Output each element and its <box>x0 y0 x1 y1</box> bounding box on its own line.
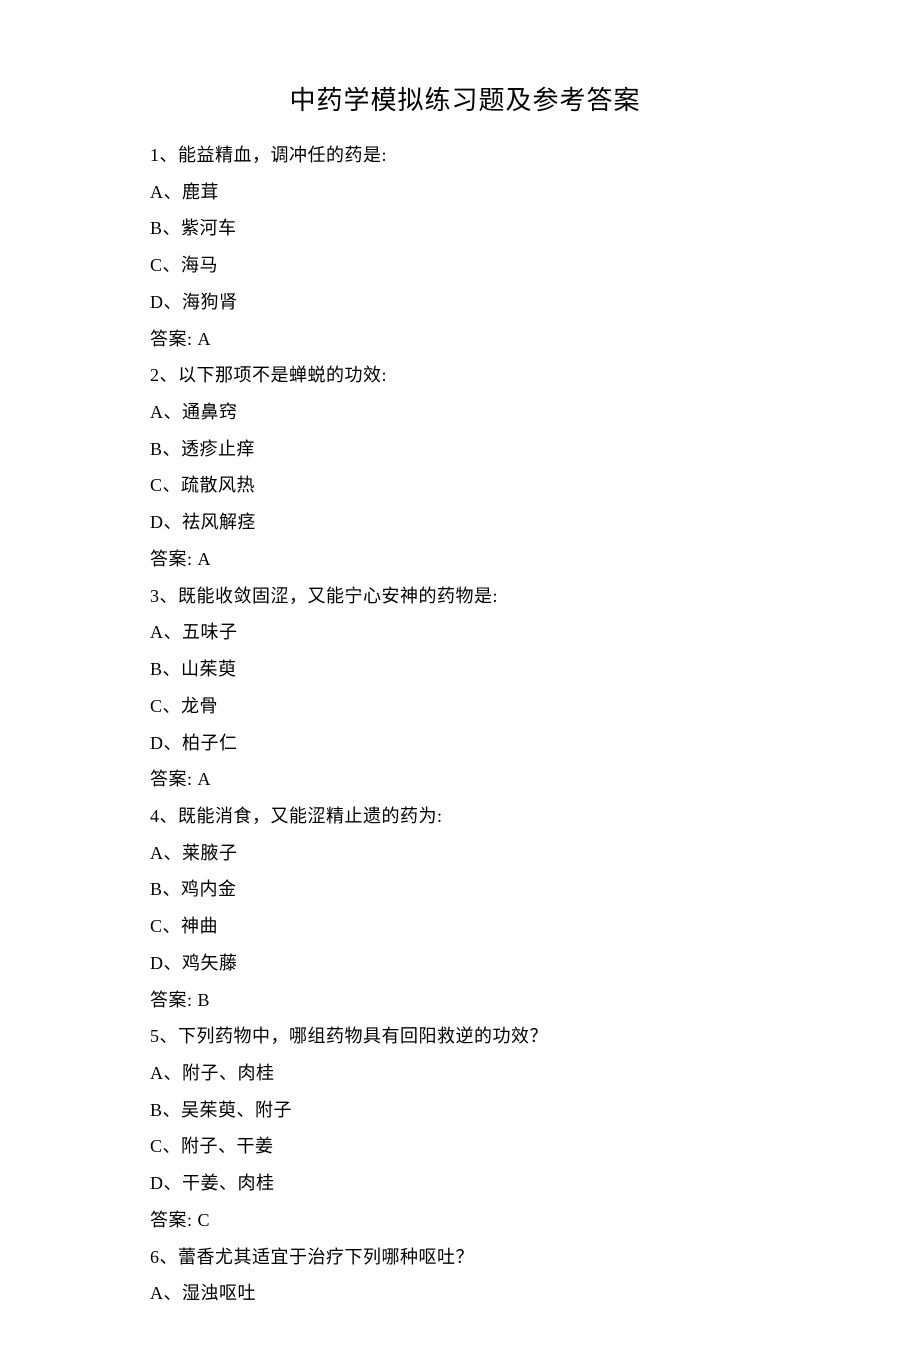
option-line: D、祛风解痉 <box>150 504 780 541</box>
option-line: A、湿浊呕吐 <box>150 1275 780 1312</box>
option-line: A、鹿茸 <box>150 174 780 211</box>
question-block: 3、既能收敛固涩，又能宁心安神的药物是:A、五味子B、山茱萸C、龙骨D、柏子仁答… <box>150 578 780 798</box>
answer-line: 答案: C <box>150 1202 780 1239</box>
question-block: 5、下列药物中，哪组药物具有回阳救逆的功效？A、附子、肉桂B、吴茱萸、附子C、附… <box>150 1018 780 1238</box>
questions-container: 1、能益精血，调冲任的药是:A、鹿茸B、紫河车C、海马D、海狗肾答案: A2、以… <box>150 137 780 1312</box>
answer-line: 答案: B <box>150 982 780 1019</box>
option-line: B、鸡内金 <box>150 871 780 908</box>
option-line: A、附子、肉桂 <box>150 1055 780 1092</box>
option-line: A、莱腋子 <box>150 835 780 872</box>
question-text: 3、既能收敛固涩，又能宁心安神的药物是: <box>150 578 780 615</box>
option-line: C、疏散风热 <box>150 467 780 504</box>
option-line: D、海狗肾 <box>150 284 780 321</box>
answer-line: 答案: A <box>150 321 780 358</box>
question-block: 1、能益精血，调冲任的药是:A、鹿茸B、紫河车C、海马D、海狗肾答案: A <box>150 137 780 357</box>
page-title: 中药学模拟练习题及参考答案 <box>150 80 780 117</box>
option-line: D、干姜、肉桂 <box>150 1165 780 1202</box>
question-text: 5、下列药物中，哪组药物具有回阳救逆的功效？ <box>150 1018 780 1055</box>
option-line: A、五味子 <box>150 614 780 651</box>
question-block: 2、以下那项不是蝉蜕的功效:A、通鼻窍B、透疹止痒C、疏散风热D、祛风解痉答案:… <box>150 357 780 577</box>
option-line: C、神曲 <box>150 908 780 945</box>
option-line: B、吴茱萸、附子 <box>150 1092 780 1129</box>
answer-line: 答案: A <box>150 541 780 578</box>
option-line: B、山茱萸 <box>150 651 780 688</box>
option-line: B、紫河车 <box>150 210 780 247</box>
option-line: D、鸡矢藤 <box>150 945 780 982</box>
option-line: C、龙骨 <box>150 688 780 725</box>
question-text: 1、能益精血，调冲任的药是: <box>150 137 780 174</box>
option-line: A、通鼻窍 <box>150 394 780 431</box>
question-text: 6、蕾香尤其适宜于治疗下列哪种呕吐？ <box>150 1239 780 1276</box>
question-text: 4、既能消食，又能涩精止遗的药为: <box>150 798 780 835</box>
question-block: 4、既能消食，又能涩精止遗的药为:A、莱腋子B、鸡内金C、神曲D、鸡矢藤答案: … <box>150 798 780 1018</box>
option-line: D、柏子仁 <box>150 725 780 762</box>
question-text: 2、以下那项不是蝉蜕的功效: <box>150 357 780 394</box>
option-line: C、附子、干姜 <box>150 1128 780 1165</box>
answer-line: 答案: A <box>150 761 780 798</box>
option-line: C、海马 <box>150 247 780 284</box>
option-line: B、透疹止痒 <box>150 431 780 468</box>
